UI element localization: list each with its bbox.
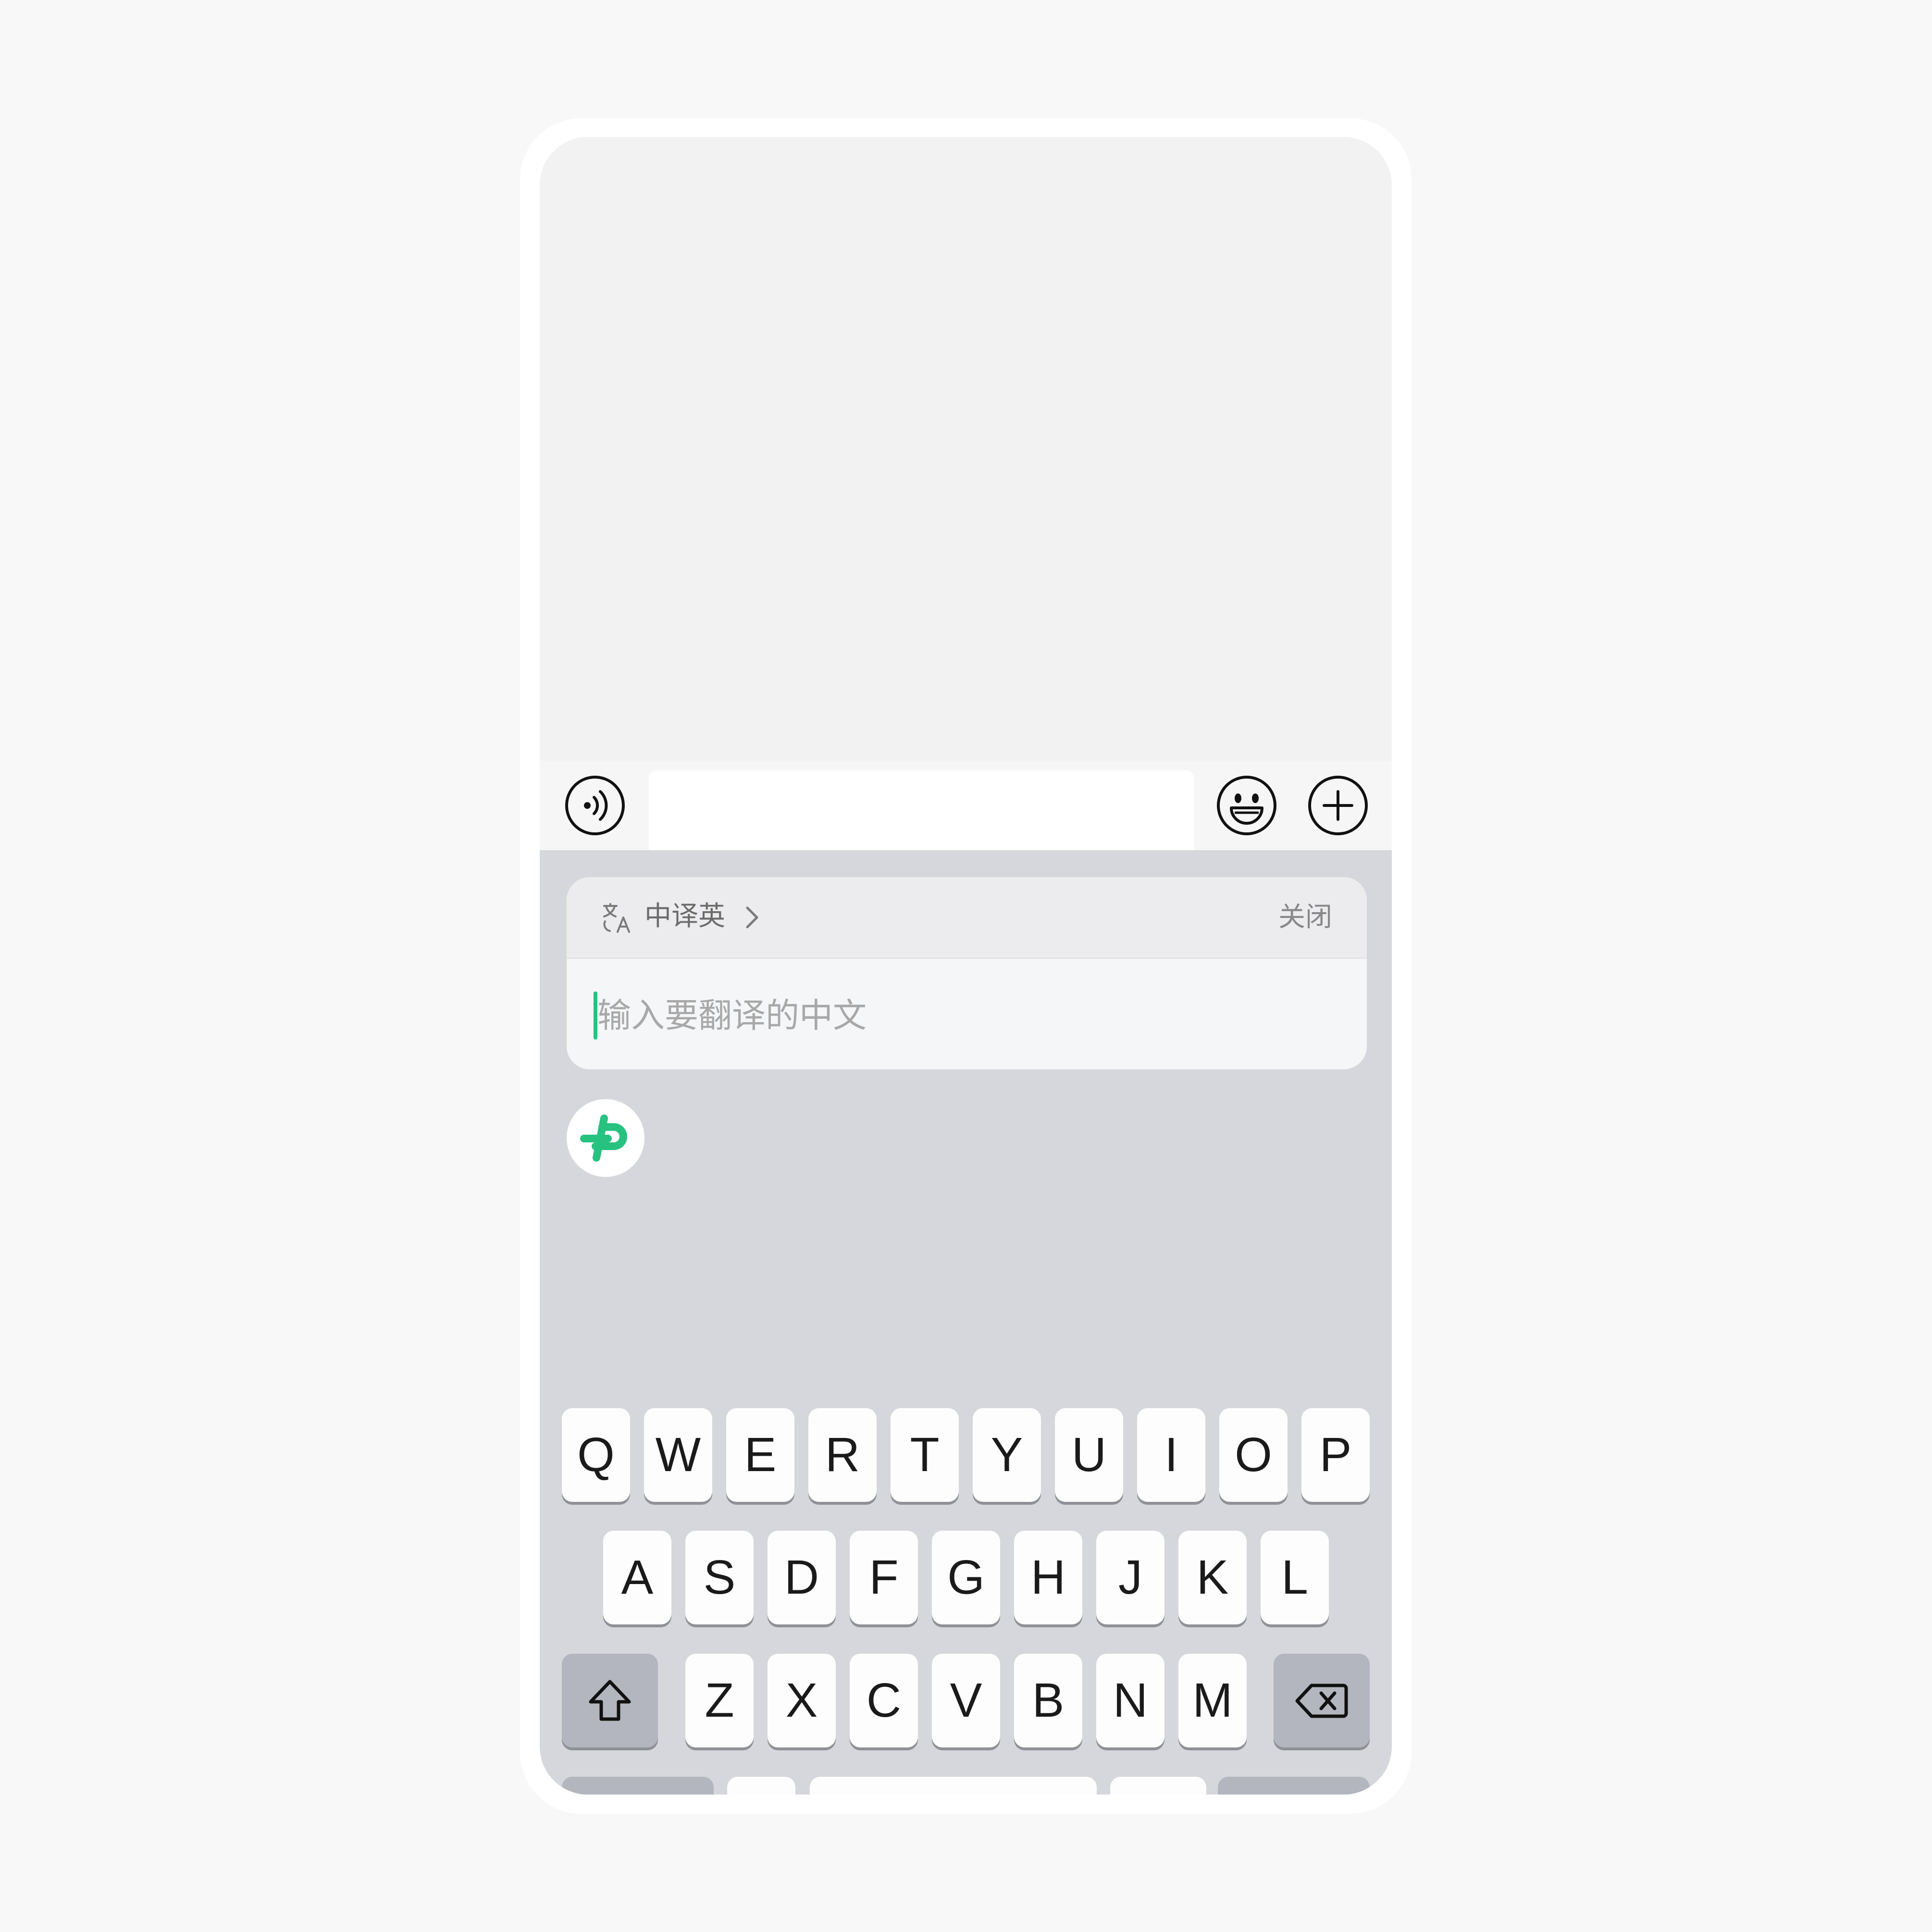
- chat-area: [540, 137, 1392, 761]
- translate-panel: 中译英 关闭 输入要翻译的中文: [567, 877, 1367, 1069]
- chevron-right-icon[interactable]: [743, 906, 762, 929]
- punctuation-key[interactable]: ° ;: [727, 1777, 795, 1795]
- keyboard-logo-icon[interactable]: [567, 1099, 644, 1177]
- key-x[interactable]: X: [768, 1654, 836, 1747]
- key-g[interactable]: G: [932, 1531, 1000, 1624]
- input-bar: [540, 761, 1392, 862]
- voice-input-icon[interactable]: [564, 774, 626, 837]
- text-caret: [594, 991, 597, 1040]
- backspace-icon: [1295, 1684, 1348, 1718]
- swap-arrows-icon: [1110, 1777, 1206, 1795]
- backspace-key[interactable]: [1274, 1654, 1370, 1747]
- translate-placeholder: 输入要翻译的中文: [597, 996, 867, 1035]
- key-s[interactable]: S: [685, 1531, 754, 1624]
- translate-header: 中译英 关闭: [567, 877, 1367, 959]
- key-v[interactable]: V: [932, 1654, 1000, 1747]
- key-z[interactable]: Z: [685, 1654, 754, 1747]
- numbers-key[interactable]: 123: [562, 1777, 714, 1795]
- translate-icon: [601, 902, 633, 934]
- send-key[interactable]: 发送: [1218, 1777, 1370, 1795]
- key-t[interactable]: T: [891, 1408, 959, 1502]
- plus-icon[interactable]: [1307, 774, 1369, 837]
- shift-key[interactable]: [562, 1654, 658, 1747]
- key-l[interactable]: L: [1261, 1531, 1329, 1624]
- key-n[interactable]: N: [1096, 1654, 1164, 1747]
- phone-screen: 中译英 关闭 输入要翻译的中文 Q W E R T Y U I O P A S …: [540, 137, 1392, 1795]
- key-b[interactable]: B: [1014, 1654, 1082, 1747]
- key-d[interactable]: D: [768, 1531, 836, 1624]
- key-r[interactable]: R: [808, 1408, 877, 1502]
- translate-input[interactable]: 输入要翻译的中文: [567, 960, 1367, 1069]
- emoji-icon[interactable]: [1215, 774, 1278, 837]
- key-i[interactable]: I: [1137, 1408, 1205, 1502]
- keyboard: 中译英 关闭 输入要翻译的中文 Q W E R T Y U I O P A S …: [540, 850, 1392, 1795]
- key-h[interactable]: H: [1014, 1531, 1082, 1624]
- translate-mode-label[interactable]: 中译英: [644, 897, 725, 936]
- key-w[interactable]: W: [644, 1408, 712, 1502]
- key-y[interactable]: Y: [973, 1408, 1041, 1502]
- key-m[interactable]: M: [1178, 1654, 1247, 1747]
- key-u[interactable]: U: [1055, 1408, 1123, 1502]
- key-e[interactable]: E: [726, 1408, 794, 1502]
- shift-icon: [589, 1680, 631, 1721]
- key-c[interactable]: C: [850, 1654, 918, 1747]
- key-j[interactable]: J: [1096, 1531, 1164, 1624]
- key-k[interactable]: K: [1178, 1531, 1247, 1624]
- key-q[interactable]: Q: [562, 1408, 630, 1502]
- message-input[interactable]: [649, 770, 1194, 862]
- space-key[interactable]: [810, 1777, 1097, 1795]
- language-switch-key[interactable]: 中 英: [1110, 1777, 1206, 1795]
- key-a[interactable]: A: [603, 1531, 671, 1624]
- punctuation-top: °: [757, 1794, 766, 1795]
- key-o[interactable]: O: [1219, 1408, 1288, 1502]
- key-f[interactable]: F: [850, 1531, 918, 1624]
- translate-close-button[interactable]: 关闭: [1278, 898, 1332, 937]
- key-p[interactable]: P: [1301, 1408, 1370, 1502]
